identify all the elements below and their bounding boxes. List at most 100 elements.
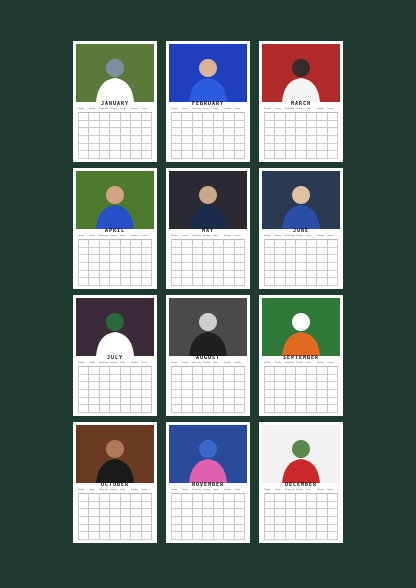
day-cell [285, 524, 297, 533]
day-cell [317, 143, 328, 152]
day-cell [327, 501, 338, 510]
day-cell [275, 128, 286, 136]
photo-illustration [169, 44, 247, 102]
weekday-label: Sunday [327, 363, 334, 364]
day-cell [296, 389, 307, 398]
day-cell [131, 262, 142, 271]
day-cell [131, 494, 142, 502]
weekday-header: Monday Tuesday Wednesday Thursday Friday Satu… [264, 107, 338, 112]
day-cell [234, 494, 245, 502]
day-cell [120, 270, 132, 279]
day-cell [79, 255, 90, 263]
player-number-22-photo [262, 171, 340, 229]
day-cell [317, 405, 328, 413]
weekday-label: Monday [171, 109, 178, 110]
photo-illustration [76, 425, 154, 483]
day-cell [89, 532, 100, 540]
day-cell [234, 120, 245, 129]
day-cell [182, 524, 193, 533]
day-cell [234, 516, 245, 525]
day-cell [275, 240, 286, 248]
day-cell [192, 278, 204, 286]
day-cell [172, 120, 183, 129]
day-cell [296, 501, 307, 510]
weekday-label: Saturday [316, 363, 325, 364]
weekday-label: Monday [171, 490, 178, 491]
day-cell [192, 532, 204, 540]
player-head [292, 59, 310, 77]
day-cell [182, 255, 193, 263]
month-grid: Monday Tuesday Wednesday Thursday Friday Satu… [171, 234, 245, 286]
day-cell [89, 151, 100, 159]
day-cell [110, 501, 121, 510]
weekday-label: Sunday [327, 236, 334, 237]
day-cell [182, 247, 193, 256]
day-cell [182, 367, 193, 375]
day-cell [110, 389, 121, 398]
day-cell [203, 501, 214, 510]
day-cell [192, 120, 204, 129]
day-cell [131, 278, 142, 286]
day-cell [306, 532, 318, 540]
player-head [292, 313, 310, 331]
day-cell [172, 278, 183, 286]
day-cell [213, 247, 225, 256]
day-cell [141, 516, 152, 525]
day-cell [79, 270, 90, 279]
day-cell [265, 524, 276, 533]
day-cell [285, 143, 297, 152]
day-cell [306, 128, 318, 136]
day-cell [317, 255, 328, 263]
day-cell [306, 262, 318, 271]
day-cell [213, 128, 225, 136]
day-cell [110, 240, 121, 248]
weekday-header: Monday Tuesday Wednesday Thursday Friday Satu… [171, 361, 245, 366]
day-cell [224, 516, 235, 525]
day-cell [99, 255, 111, 263]
month-grid: Monday Tuesday Wednesday Thursday Friday Satu… [264, 234, 338, 286]
day-cell [265, 151, 276, 159]
weekday-label: Tuesday [274, 363, 282, 364]
day-cell [213, 255, 225, 263]
day-cell [224, 501, 235, 510]
day-cell [317, 128, 328, 136]
day-cell [99, 374, 111, 383]
day-cell [265, 494, 276, 502]
weekday-label: Tuesday [181, 490, 189, 491]
day-cell [296, 397, 307, 406]
day-cell [234, 240, 245, 248]
day-cells [78, 493, 152, 540]
weekday-label: Saturday [130, 236, 139, 237]
day-cell [203, 524, 214, 533]
weekday-label: Friday [213, 109, 219, 110]
day-cell [79, 240, 90, 248]
day-cell [79, 135, 90, 144]
day-cell [120, 240, 132, 248]
day-cell [203, 397, 214, 406]
day-cell [99, 382, 111, 390]
weekday-label: Thursday [202, 236, 211, 237]
weekday-label: Tuesday [88, 236, 96, 237]
weekday-label: Sunday [234, 236, 241, 237]
weekday-header: Monday Tuesday Wednesday Thursday Friday Satu… [264, 488, 338, 493]
month-grid: Monday Tuesday Wednesday Thursday Friday Satu… [171, 361, 245, 413]
day-cell [296, 367, 307, 375]
day-cell [110, 113, 121, 121]
day-cell [192, 135, 204, 144]
day-cell [192, 143, 204, 152]
day-cell [110, 128, 121, 136]
day-cell [213, 135, 225, 144]
day-cell [275, 270, 286, 279]
day-cell [213, 501, 225, 510]
player-head [199, 59, 217, 77]
day-cell [110, 278, 121, 286]
day-cell [265, 367, 276, 375]
day-cell [79, 501, 90, 510]
day-cell [296, 151, 307, 159]
day-cell [296, 278, 307, 286]
day-cells [171, 493, 245, 540]
day-cell [296, 270, 307, 279]
day-cell [192, 247, 204, 256]
day-cell [234, 524, 245, 533]
day-cell [192, 389, 204, 398]
